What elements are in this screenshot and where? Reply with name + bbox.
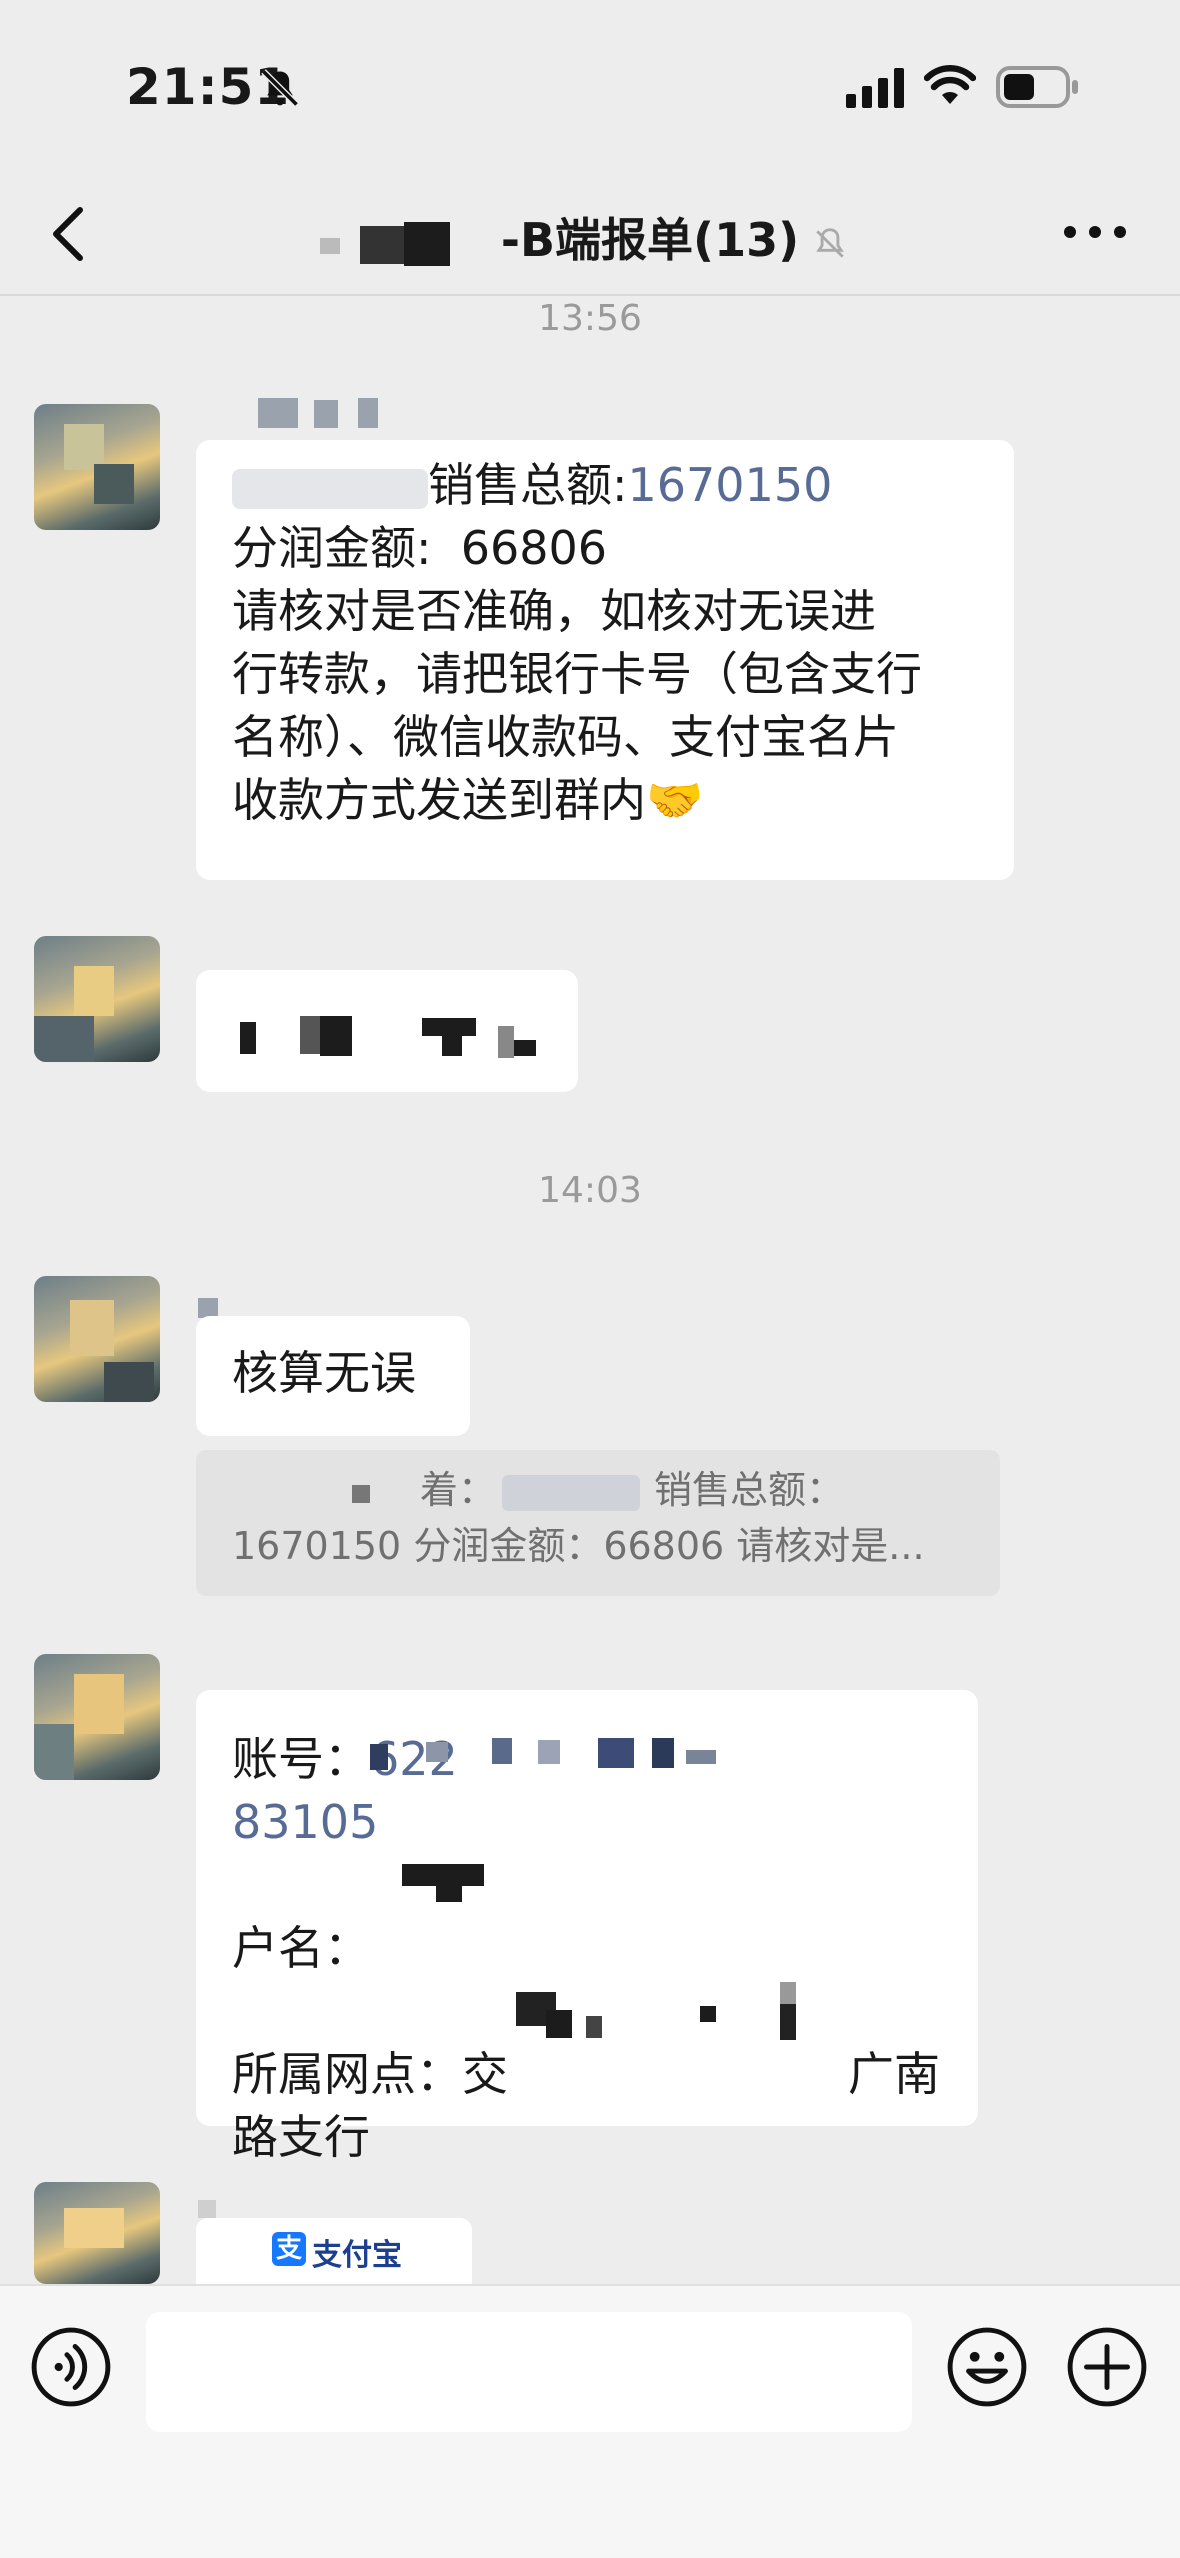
redacted-text <box>502 1474 641 1511</box>
redacted-text <box>232 468 428 509</box>
status-bar: 21:51 <box>0 0 1180 170</box>
group-name: -B端报单(13) <box>500 213 800 267</box>
bell-off-icon <box>261 69 299 107</box>
wifi-icon <box>924 65 976 104</box>
cellular-signal-icon <box>846 68 904 108</box>
quoted-message[interactable]: 着： 销售总额： 1670150 分润金额：66806 请核对是... <box>196 1450 1000 1596</box>
battery-icon <box>996 66 1078 108</box>
alipay-logo-icon: 支 <box>272 2232 306 2266</box>
chat-title[interactable]: -B端报单(13) <box>0 204 1180 270</box>
timestamp: 13:56 <box>538 298 642 339</box>
plus-icon[interactable] <box>1066 2326 1148 2408</box>
emoji-icon[interactable] <box>946 2326 1028 2408</box>
mute-bell-icon <box>816 227 844 258</box>
message-text: 核算无误 <box>232 1346 416 1400</box>
voice-input-icon[interactable] <box>30 2326 112 2408</box>
chat-header: -B端报单(13) <box>0 170 1180 296</box>
alipay-card[interactable]: 支 支付宝 <box>196 2218 472 2284</box>
timestamp: 14:03 <box>538 1170 642 1211</box>
avatar[interactable] <box>34 1276 160 1402</box>
input-bar <box>0 2284 1180 2558</box>
handshake-emoji: 🤝 <box>646 773 704 827</box>
sender-name-redaction <box>258 398 388 428</box>
message-bubble[interactable] <box>196 970 578 1092</box>
quoted-text: 着： 销售总额： 1670150 分润金额：66806 请核对是... <box>232 1468 925 1568</box>
avatar[interactable] <box>34 2182 160 2284</box>
avatar[interactable] <box>34 404 160 530</box>
message-bubble[interactable]: 核算无误 <box>196 1316 470 1436</box>
message-text: 账号：62283105 户名： 所属网点：交 广南 路支行 <box>232 1732 940 2164</box>
message-text: 销售总额:1670150 分润金额: 66806 请核对是否准确，如核对无误进 … <box>232 458 922 827</box>
message-bubble[interactable]: 销售总额:1670150 分润金额: 66806 请核对是否准确，如核对无误进 … <box>196 440 1014 880</box>
more-options-icon[interactable] <box>1060 220 1130 244</box>
alipay-label: 支付宝 <box>312 2238 402 2273</box>
redacted-text <box>352 1485 370 1503</box>
avatar[interactable] <box>34 1654 160 1780</box>
avatar[interactable] <box>34 936 160 1062</box>
message-input[interactable] <box>146 2312 912 2432</box>
message-bubble[interactable]: 账号：62283105 户名： 所属网点：交 广南 路支行 <box>196 1690 978 2164</box>
